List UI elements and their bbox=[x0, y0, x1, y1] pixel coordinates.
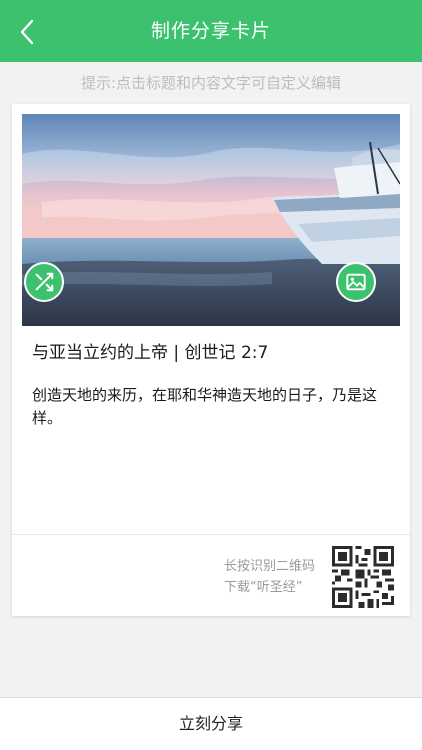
page-title: 制作分享卡片 bbox=[150, 20, 271, 42]
change-image-button[interactable] bbox=[336, 262, 376, 302]
shuffle-button[interactable] bbox=[24, 262, 64, 302]
card-title[interactable]: 与亚当立约的上帝 | 创世记 2:7 bbox=[32, 340, 392, 366]
qr-code bbox=[332, 546, 394, 608]
image-icon bbox=[346, 273, 366, 291]
share-card: 与亚当立约的上帝 | 创世记 2:7 创造天地的来历，在耶和华神造天地的日子，乃… bbox=[12, 104, 410, 616]
qr-caption-line2: 下载“听圣经” bbox=[223, 580, 303, 595]
edit-hint: 提示:点击标题和内容文字可自定义编辑 bbox=[80, 74, 342, 92]
share-now-button[interactable]: 立刻分享 bbox=[0, 698, 422, 750]
qr-caption: 长按识别二维码 下载“听圣经” bbox=[224, 556, 315, 598]
card-divider bbox=[12, 534, 410, 535]
shuffle-icon bbox=[35, 272, 54, 292]
qr-caption-line1: 长按识别二维码 bbox=[223, 559, 315, 574]
nav-bar: 制作分享卡片 bbox=[0, 0, 422, 62]
card-body[interactable]: 创造天地的来历，在耶和华神造天地的日子，乃是这样。 bbox=[32, 384, 392, 430]
bottom-bar: 立刻分享 bbox=[0, 697, 422, 750]
